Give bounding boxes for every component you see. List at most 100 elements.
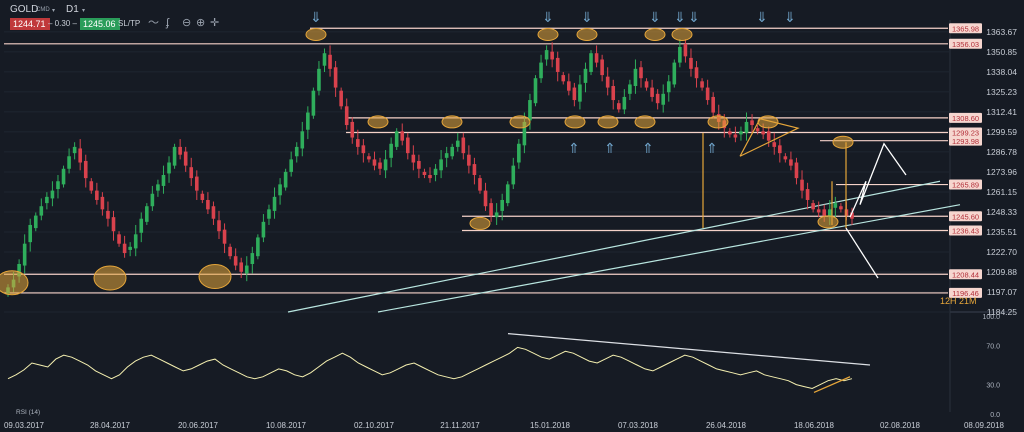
candle-body (328, 54, 332, 69)
candle-body (367, 156, 371, 160)
candle-body (555, 57, 560, 72)
chart-window: GOLD CMD ▾ D1 ▾ 1244.71 – 0.30 – 1245.06… (0, 0, 1024, 432)
arrow-up-icon: ⇑ (642, 141, 654, 157)
candle-body (655, 93, 660, 104)
candle-body (678, 46, 682, 63)
candle-body (561, 75, 566, 82)
rsi-y-tick-label: 100.0 (982, 314, 1000, 321)
candle-body (644, 81, 649, 88)
candle-body (422, 171, 427, 176)
rsi-label: RSI (14) (16, 409, 40, 416)
candle-body (816, 209, 821, 213)
candle-body (211, 206, 216, 219)
x-tick-label: 18.06.2018 (794, 421, 835, 430)
candle-body (800, 179, 804, 191)
arrow-up-icon: ⇑ (706, 141, 718, 157)
candle-body (833, 203, 838, 208)
candle-body (700, 81, 704, 88)
y-tick-label: 1299.59 (986, 127, 1017, 137)
x-tick-label: 26.04.2018 (706, 421, 747, 430)
candle-body (572, 87, 577, 101)
candle-body (428, 175, 432, 179)
candle-body (83, 160, 88, 179)
candle-body (439, 159, 443, 171)
candle-body (222, 229, 227, 244)
candle-body (578, 84, 582, 102)
candle-body (467, 154, 471, 166)
y-tick-label: 1197.07 (987, 287, 1017, 297)
candle-body (206, 199, 210, 210)
candle-body (178, 146, 182, 155)
candle-body (39, 206, 44, 216)
candle-body (567, 81, 571, 91)
candle-body (244, 265, 249, 274)
candle-body (333, 67, 338, 88)
candle-body (689, 57, 693, 69)
candle-body (267, 209, 271, 219)
y-tick-label: 1261.15 (986, 187, 1017, 197)
candle-body (461, 137, 466, 154)
highlight-ellipse (305, 27, 327, 41)
rsi-y-tick-label: 70.0 (986, 343, 1000, 350)
candle-body (256, 237, 260, 257)
candle-body (511, 165, 516, 185)
candle-body (517, 143, 521, 163)
candle-body (550, 51, 554, 60)
x-tick-label: 10.08.2017 (266, 421, 307, 430)
x-tick-label: 15.01.2018 (530, 421, 571, 430)
candle-body (317, 68, 321, 91)
price-chart[interactable]: 1365.981356.031308.601299.231293.981265.… (0, 0, 1024, 432)
candle-body (750, 120, 754, 126)
level-price-label: 1245.60 (952, 212, 979, 221)
arrow-down-icon: ⇓ (674, 10, 686, 26)
highlight-ellipse (93, 265, 127, 291)
rsi-y-tick-label: 0.0 (990, 412, 1000, 419)
candle-body (300, 131, 305, 149)
highlight-ellipse (576, 27, 598, 41)
x-tick-label: 02.08.2018 (880, 421, 921, 430)
candle-body (455, 140, 460, 147)
highlight-ellipse (564, 115, 586, 129)
candle-body (356, 139, 360, 147)
candle-body (694, 67, 699, 79)
rsi-line (7, 346, 853, 390)
arrow-down-icon: ⇓ (688, 10, 700, 26)
candle-body (283, 171, 288, 188)
x-tick-label: 20.06.2017 (178, 421, 219, 430)
candle-body (289, 159, 293, 172)
y-tick-label: 1209.88 (986, 267, 1017, 277)
candle-body (583, 68, 588, 83)
candle-body (156, 184, 160, 191)
candle-body (361, 145, 366, 154)
candle-body (189, 167, 194, 179)
candle-body (272, 196, 277, 211)
candle-body (339, 90, 343, 107)
candle-body (650, 87, 654, 97)
candle-body (167, 162, 171, 174)
y-tick-label: 1286.78 (986, 147, 1017, 157)
candle-body (672, 62, 677, 85)
candle-body (594, 53, 599, 63)
level-price-label: 1365.98 (952, 24, 979, 33)
candle-body (489, 203, 493, 216)
candle-body (539, 62, 543, 79)
candle-body (783, 156, 788, 160)
candle-body (400, 131, 405, 141)
candle-body (766, 131, 771, 141)
candle-body (589, 53, 593, 72)
candle-body (61, 168, 66, 185)
candle-body (405, 137, 410, 154)
candle-body (145, 206, 149, 222)
candle-body (378, 162, 382, 169)
candle-body (50, 190, 55, 199)
candle-body (616, 103, 621, 110)
candle-body (111, 217, 116, 232)
candle-body (744, 121, 749, 133)
level-price-label: 1356.03 (952, 40, 979, 49)
candle-body (661, 93, 666, 105)
highlight-ellipse (832, 135, 854, 149)
candle-body (344, 106, 349, 126)
candle-body (33, 215, 38, 229)
y-tick-label: 1312.41 (986, 107, 1017, 117)
candle-body (322, 53, 327, 66)
